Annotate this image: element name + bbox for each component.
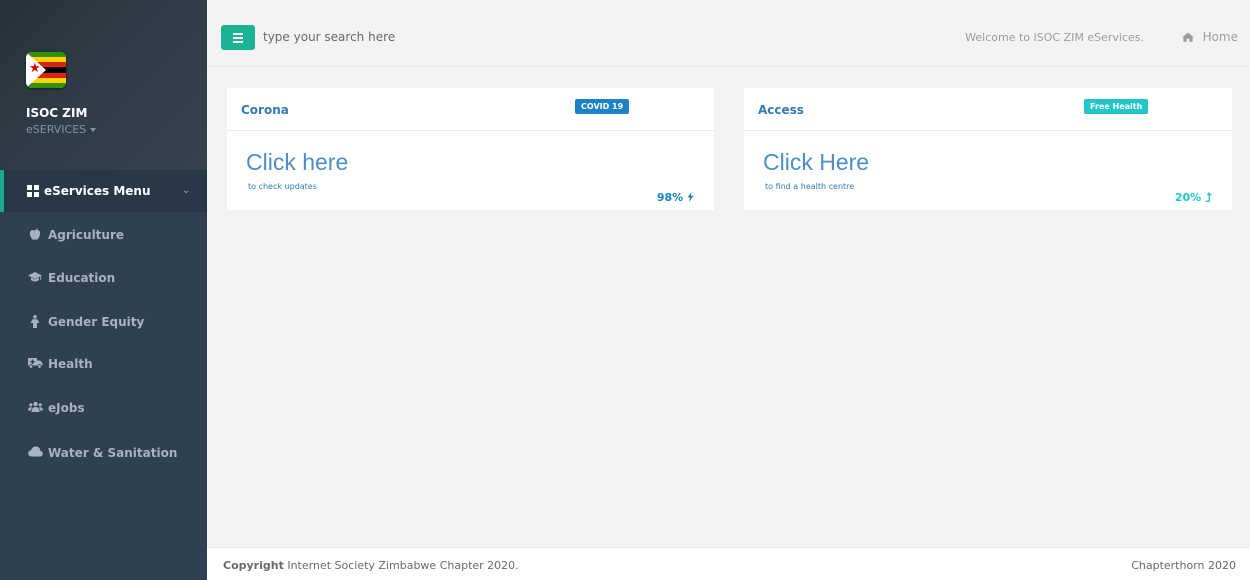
card-stat-value: 98% — [656, 191, 684, 204]
status-badge: Free Health — [1084, 99, 1149, 114]
card-stat: 20% — [1175, 191, 1212, 204]
sidebar: ★ ISOC ZIM eSERVICES eServices Menu ⌄ Ag… — [0, 0, 207, 580]
users-icon — [28, 401, 43, 415]
check-updates-link[interactable]: Click here — [246, 149, 348, 176]
sidebar-item-ejobs[interactable]: eJobs — [0, 388, 207, 428]
apple-icon — [28, 228, 42, 242]
caret-down-icon — [90, 128, 97, 132]
welcome-message: Welcome to ISOC ZIM eServices. — [965, 31, 1144, 44]
chevron-down-icon: ⌄ — [182, 185, 191, 196]
sidebar-item-label: Agriculture — [48, 228, 125, 242]
sidebar-item-label: Health — [48, 357, 93, 371]
graduation-cap-icon — [28, 271, 42, 285]
profile-subtitle: eSERVICES — [26, 123, 87, 136]
find-health-centre-link[interactable]: Click Here — [763, 149, 869, 176]
search-input[interactable] — [263, 22, 663, 52]
card-header: Corona COVID 19 — [227, 88, 714, 131]
copyright-label: Copyright — [223, 559, 284, 572]
card-caption: to check updates — [248, 182, 317, 191]
sidebar-item-water-sanitation[interactable]: Water & Sanitation — [0, 433, 207, 473]
th-large-icon — [27, 185, 39, 197]
sidebar-item-label: Gender Equity — [48, 315, 145, 329]
sidebar-item-label: Water & Sanitation — [48, 446, 178, 460]
card-caption: to find a health centre — [765, 182, 855, 191]
zimbabwe-flag-logo[interactable]: ★ — [26, 52, 66, 88]
home-link-label: Home — [1202, 30, 1238, 44]
card-stat-value: 20% — [1174, 191, 1202, 204]
copyright-text: Copyright Internet Society Zimbabwe Chap… — [223, 559, 519, 572]
sidebar-profile: ★ ISOC ZIM eSERVICES — [0, 0, 207, 170]
footer-credit: Chapterthorn 2020 — [1131, 559, 1236, 572]
sidebar-item-label: Education — [48, 271, 116, 285]
access-card: Access Free Health Click Here to find a … — [744, 88, 1232, 210]
home-link[interactable]: Home — [1182, 30, 1238, 44]
sidebar-item-agriculture[interactable]: Agriculture — [0, 215, 207, 255]
level-up-icon — [1205, 191, 1212, 204]
card-stat: 98% — [657, 191, 694, 204]
card-header: Access Free Health — [744, 88, 1232, 131]
ambulance-icon — [28, 357, 43, 371]
copyright-body: Internet Society Zimbabwe Chapter 2020. — [283, 559, 519, 572]
top-navbar: Welcome to ISOC ZIM eServices. Home — [207, 0, 1250, 67]
status-badge: COVID 19 — [575, 99, 630, 114]
cloud-icon — [28, 446, 43, 460]
home-icon — [1182, 31, 1198, 44]
bolt-icon — [687, 191, 694, 204]
sidebar-item-gender-equity[interactable]: Gender Equity — [0, 302, 207, 342]
profile-dropdown[interactable]: eSERVICES — [26, 123, 97, 136]
sidebar-menu-header-label: eServices Menu — [44, 184, 151, 198]
corona-card: Corona COVID 19 Click here to check upda… — [227, 88, 714, 210]
sidebar-menu-header[interactable]: eServices Menu ⌄ — [0, 170, 207, 212]
sidebar-item-label: eJobs — [48, 401, 85, 415]
person-icon — [28, 315, 42, 329]
card-title: Access — [758, 103, 804, 117]
menu-toggle-button[interactable] — [221, 25, 255, 50]
sidebar-item-education[interactable]: Education — [0, 258, 207, 298]
sidebar-item-health[interactable]: Health — [0, 344, 207, 384]
footer: Copyright Internet Society Zimbabwe Chap… — [207, 547, 1250, 580]
profile-name[interactable]: ISOC ZIM — [26, 106, 87, 120]
card-title: Corona — [241, 103, 289, 117]
